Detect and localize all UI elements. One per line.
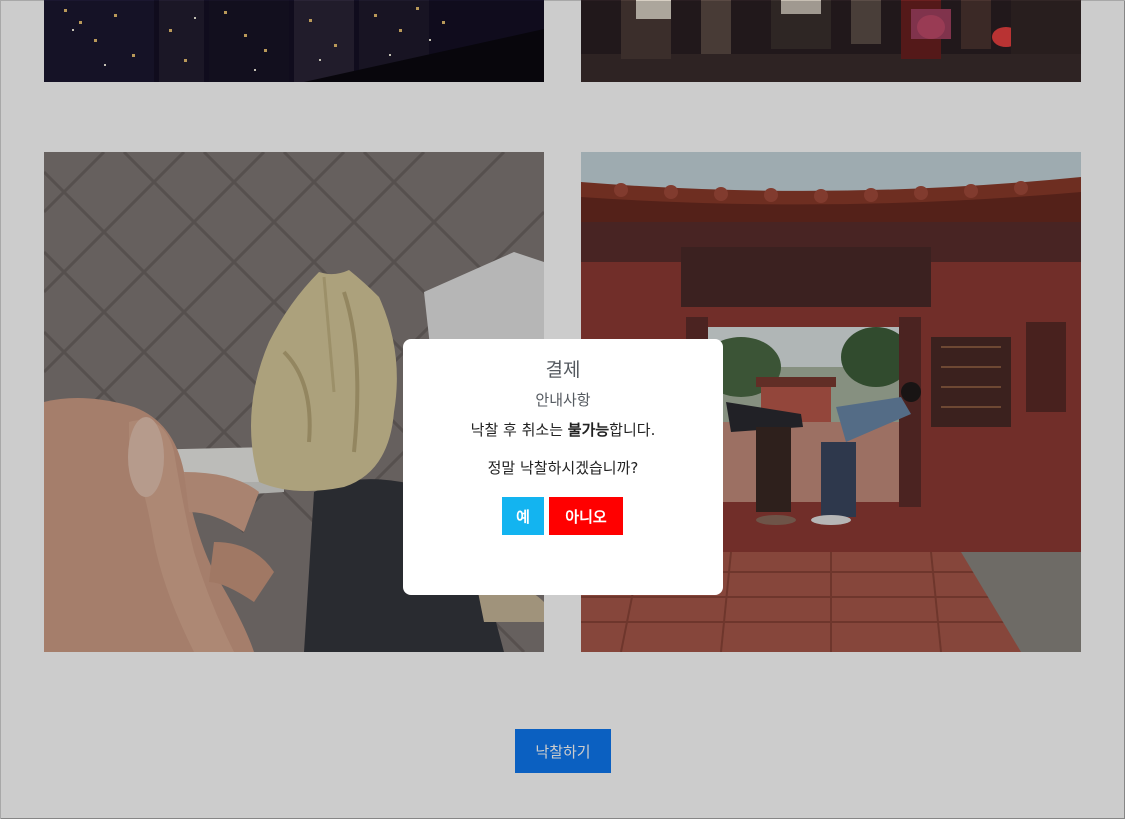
payment-modal: 결제 안내사항 낙찰 후 취소는 불가능합니다. 정말 낙찰하시겠습니까? 예 … xyxy=(403,339,723,595)
page: 낙찰하기 결제 안내사항 낙찰 후 취소는 불가능합니다. 정말 낙찰하시겠습니… xyxy=(0,0,1125,819)
modal-title: 결제 xyxy=(545,359,581,381)
modal-subtitle: 안내사항 xyxy=(535,391,591,409)
no-button[interactable]: 아니오 xyxy=(549,497,623,535)
notice-prefix: 낙찰 후 취소는 xyxy=(470,421,568,439)
notice-suffix: 합니다. xyxy=(609,421,656,439)
yes-button[interactable]: 예 xyxy=(502,497,544,535)
modal-question: 정말 낙찰하시겠습니까? xyxy=(487,459,639,477)
modal-notice: 낙찰 후 취소는 불가능합니다. xyxy=(403,420,723,440)
notice-bold: 불가능 xyxy=(567,421,610,439)
